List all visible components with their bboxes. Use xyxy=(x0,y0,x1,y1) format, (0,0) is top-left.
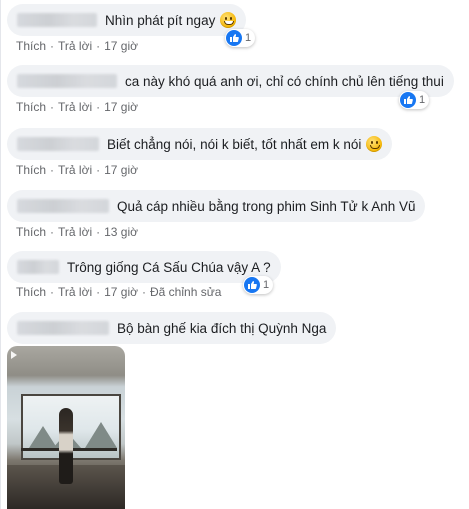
like-link[interactable]: Thích xyxy=(16,39,46,53)
comment-actions: Thích · Trả lời · 17 giờ · Đã chỉnh sửa xyxy=(16,285,221,299)
comment-text: Trông giống Cá Sấu Chúa vậy A ? xyxy=(67,259,271,275)
comment-bubble: Biết chẳng nói, nói k biết, tốt nhất em … xyxy=(7,128,393,160)
separator-dot: · xyxy=(50,163,55,177)
timestamp[interactable]: 17 giờ xyxy=(104,39,138,53)
separator-dot: · xyxy=(96,39,101,53)
like-link[interactable]: Thích xyxy=(16,285,46,299)
edited-label[interactable]: Đã chỉnh sửa xyxy=(150,285,221,299)
comment-actions: Thích · Trả lời · 17 giờ xyxy=(16,100,138,114)
blurred-author-name[interactable] xyxy=(17,74,117,88)
reaction-count-text: 1 xyxy=(419,94,426,106)
comment-text: Quả cáp nhiều bằng trong phim Sinh Tử k … xyxy=(117,198,416,214)
comment-text: Bộ bàn ghế kia đích thị Quỳnh Nga xyxy=(117,320,327,336)
separator-dot: · xyxy=(142,285,146,299)
like-link[interactable]: Thích xyxy=(16,163,46,177)
grinning-face-icon xyxy=(220,12,237,28)
comment-bubble: Quả cáp nhiều bằng trong phim Sinh Tử k … xyxy=(7,190,426,222)
blurred-author-name[interactable] xyxy=(17,260,59,274)
comment-bubble: ca này khó quá anh ơi, chỉ có chính chủ … xyxy=(7,65,454,97)
comment-text: Nhìn phát pít ngay xyxy=(105,12,216,28)
like-link[interactable]: Thích xyxy=(16,100,46,114)
separator-dot: · xyxy=(50,39,55,53)
timestamp[interactable]: 17 giờ xyxy=(104,100,138,114)
smiling-face-icon xyxy=(366,136,383,152)
separator-dot: · xyxy=(50,285,55,299)
timestamp[interactable]: 17 giờ xyxy=(104,285,138,299)
blurred-author-name[interactable] xyxy=(17,13,97,27)
separator-dot: · xyxy=(50,225,55,239)
timestamp[interactable]: 13 giờ xyxy=(104,225,138,239)
comment-bubble: Bộ bàn ghế kia đích thị Quỳnh Nga xyxy=(7,312,337,344)
reaction-count[interactable]: 1 xyxy=(225,29,256,47)
blurred-author-name[interactable] xyxy=(17,137,99,151)
like-reaction-icon xyxy=(400,92,416,108)
reaction-count[interactable]: 1 xyxy=(243,276,274,294)
reply-link[interactable]: Trả lời xyxy=(58,100,92,114)
reaction-count-text: 1 xyxy=(263,279,270,291)
separator-dot: · xyxy=(96,100,101,114)
timestamp[interactable]: 17 giờ xyxy=(104,163,138,177)
comment-text: Biết chẳng nói, nói k biết, tốt nhất em … xyxy=(107,136,362,152)
comment-actions: Thích · Trả lời · 17 giờ xyxy=(16,39,138,53)
separator-dot: · xyxy=(96,285,101,299)
like-link[interactable]: Thích xyxy=(16,225,46,239)
reaction-count-text: 1 xyxy=(245,32,252,44)
separator-dot: · xyxy=(96,163,101,177)
reaction-count[interactable]: 1 xyxy=(399,91,430,109)
like-reaction-icon xyxy=(244,277,260,293)
blurred-author-name[interactable] xyxy=(17,321,109,335)
like-reaction-icon xyxy=(226,30,242,46)
reply-link[interactable]: Trả lời xyxy=(58,285,92,299)
separator-dot: · xyxy=(50,100,55,114)
comment-bubble: Trông giống Cá Sấu Chúa vậy A ? xyxy=(7,251,281,283)
reply-link[interactable]: Trả lời xyxy=(58,39,92,53)
comment-text: ca này khó quá anh ơi, chỉ có chính chủ … xyxy=(125,73,444,89)
reply-link[interactable]: Trả lời xyxy=(58,163,92,177)
video-play-icon[interactable] xyxy=(11,351,17,359)
reply-link[interactable]: Trả lời xyxy=(58,225,92,239)
separator-dot: · xyxy=(96,225,101,239)
person-figure xyxy=(59,408,73,484)
attached-video-thumbnail[interactable] xyxy=(7,346,125,509)
blurred-author-name[interactable] xyxy=(17,199,109,213)
comment-bubble: Nhìn phát pít ngay xyxy=(7,4,247,36)
comment-actions: Thích · Trả lời · 17 giờ xyxy=(16,163,138,177)
comment-actions: Thích · Trả lời · 13 giờ xyxy=(16,225,138,239)
